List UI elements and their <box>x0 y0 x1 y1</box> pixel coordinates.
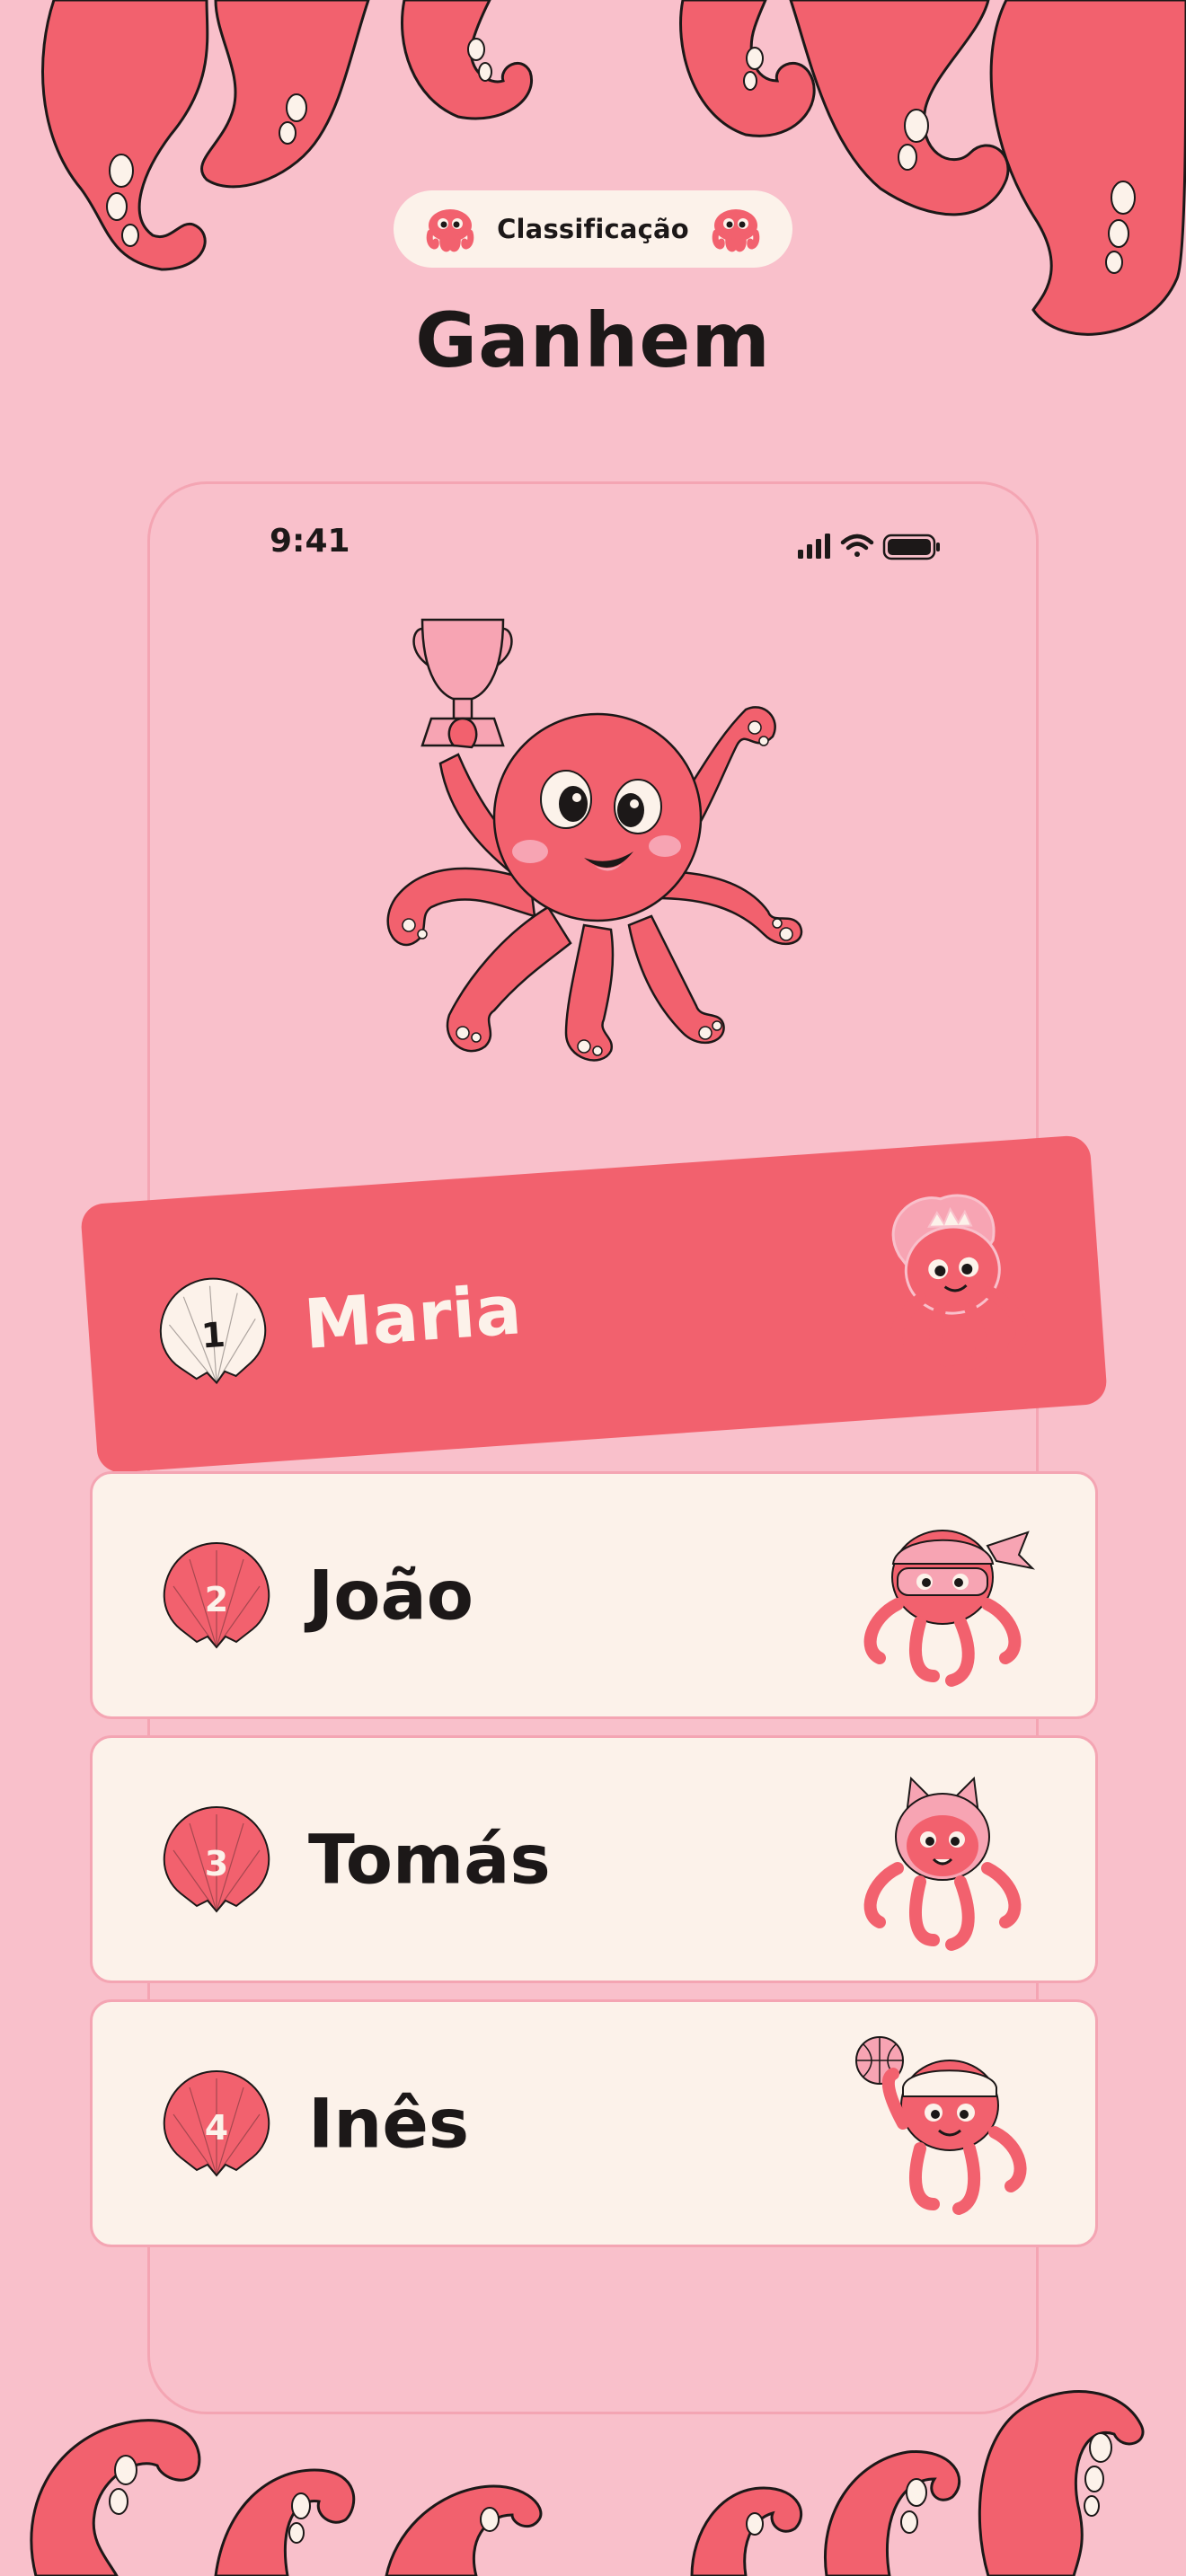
rank-badge: 1 <box>146 1264 279 1398</box>
signal-icon <box>798 534 830 559</box>
player-name: Tomás <box>308 1819 551 1900</box>
rank-badge: 2 <box>154 1532 279 1658</box>
player-name: Inês <box>308 2083 470 2164</box>
rank-badge: 3 <box>154 1796 279 1922</box>
status-icons <box>798 534 940 560</box>
battery-icon <box>882 534 940 560</box>
octopus-icon <box>426 209 474 252</box>
player-name: Maria <box>301 1269 525 1364</box>
octopus-trophy-illustration <box>386 618 803 1062</box>
octopus-cat-avatar <box>863 1776 1022 1951</box>
leaderboard-row-2[interactable]: 2 João <box>90 1471 1098 1719</box>
rank-number: 4 <box>204 2108 229 2148</box>
rank-number: 3 <box>204 1844 229 1883</box>
octopus-basketball-avatar <box>855 2036 1027 2215</box>
tentacle-decoration-bottom <box>30 2390 1145 2576</box>
rank-badge: 4 <box>154 2060 279 2186</box>
octopus-ninja-avatar <box>863 1530 1036 1687</box>
status-time: 9:41 <box>270 523 350 560</box>
rank-number: 1 <box>199 1314 227 1356</box>
rank-number: 2 <box>204 1580 229 1619</box>
leaderboard-row-3[interactable]: 3 Tomás <box>90 1735 1098 1983</box>
octopus-princess-avatar <box>890 1194 1029 1370</box>
wifi-icon <box>840 534 874 557</box>
classification-badge: Classificação <box>394 190 792 268</box>
octopus-icon <box>712 209 760 252</box>
player-name: João <box>308 1555 474 1636</box>
badge-label: Classificação <box>497 214 689 244</box>
page-title: Ganhem <box>415 296 771 384</box>
